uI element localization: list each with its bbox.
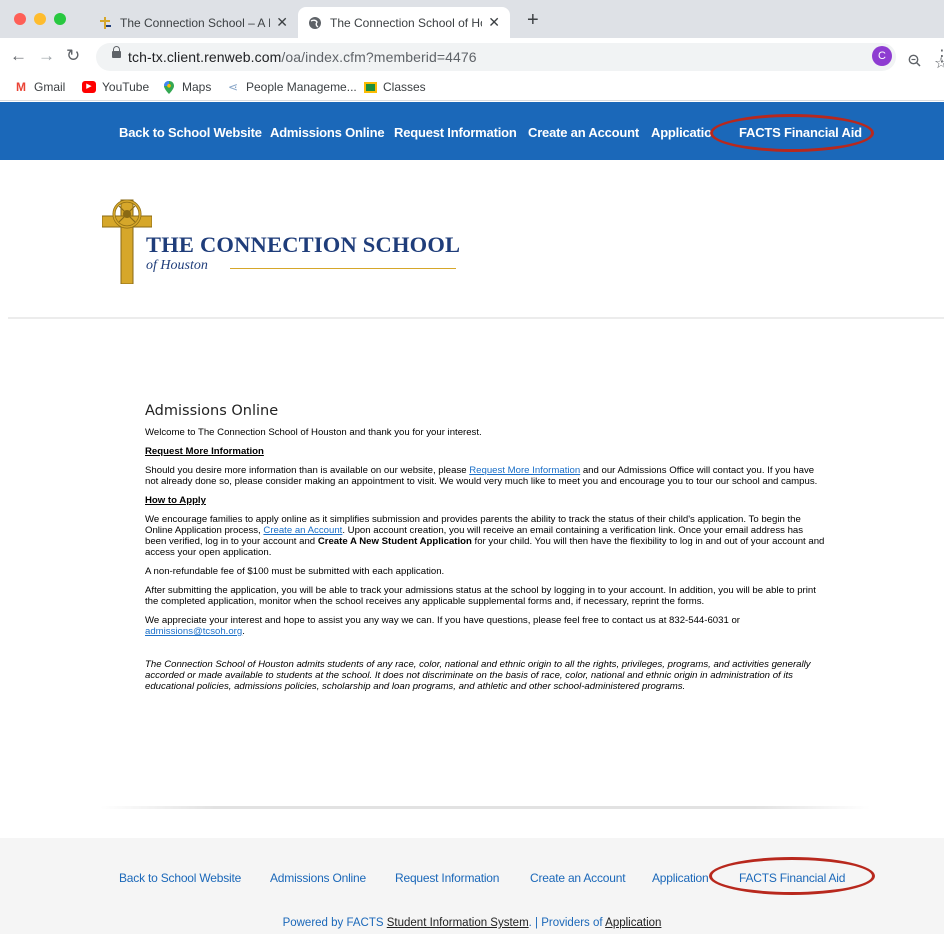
application-provider-link[interactable]: Application [605,917,661,929]
reload-icon[interactable]: ↻ [66,46,80,66]
text: We appreciate your interest and hope to … [145,615,740,626]
nav-create-an-account[interactable]: Create an Account [528,125,639,140]
admissions-content: Admissions Online Welcome to The Connect… [145,402,825,700]
fee-text: A non-refundable fee of $100 must be sub… [145,566,445,577]
bookmark-label: Maps [182,80,212,94]
welcome-text: Welcome to The Connection School of Hous… [145,427,482,438]
header-divider [8,317,944,319]
highlight-circle-annotation [710,114,874,152]
content-bottom-rule [100,806,870,809]
school-logo[interactable]: THE CONNECTION SCHOOL of Houston [102,192,462,284]
nav-request-information[interactable]: Request Information [394,125,517,140]
bookmark-classes[interactable]: Classes [364,80,426,94]
bookmark-label: Classes [383,80,426,94]
close-window-dot[interactable] [14,13,26,25]
back-arrow-icon[interactable]: ← [10,46,27,66]
logo-location: of Houston [146,258,208,273]
bookmark-people-management[interactable]: ⋖ People Manageme... [226,80,357,94]
lock-icon [112,46,121,58]
maps-pin-icon [162,81,176,94]
bookmark-label: Gmail [34,80,66,94]
url-host: tch-tx.client.renweb.com [128,49,282,65]
request-info-heading: Request More Information [145,446,264,457]
bookmarks-bar: M Gmail ▶ YouTube Maps ⋖ People Manageme… [0,75,944,101]
gmail-icon: M [16,80,26,94]
text: Powered by FACTS [282,917,387,929]
school-favicon-icon [100,16,111,29]
bold-text: Create A New Student Application [317,536,472,547]
request-more-info-link[interactable]: Request More Information [469,465,580,476]
nondiscrimination-statement: The Connection School of Houston admits … [145,659,811,692]
bookmark-label: People Manageme... [246,80,357,94]
browser-tab-school-site[interactable]: The Connection School – A K-1 ✕ [88,7,298,38]
new-tab-button[interactable]: + [527,9,539,32]
address-bar[interactable]: tch-tx.client.renweb.com/oa/index.cfm?me… [96,43,944,72]
footer: Back to School Website Admissions Online… [0,838,944,934]
forward-arrow-icon[interactable]: → [38,46,55,66]
text: . [242,626,245,637]
nav-application[interactable]: Application [651,125,711,140]
text: Should you desire more information than … [145,465,470,476]
how-to-apply-heading: How to Apply [145,495,206,506]
sis-link[interactable]: Student Information System [387,917,529,929]
browser-toolbar: ← → ↻ tch-tx.client.renweb.com/oa/index.… [0,38,944,75]
youtube-icon: ▶ [82,81,96,93]
bookmark-maps[interactable]: Maps [162,80,211,94]
close-tab-icon[interactable]: ✕ [488,14,500,31]
minimize-window-dot[interactable] [34,13,46,25]
powered-by-text: Powered by FACTS Student Information Sys… [0,917,944,929]
footer-application[interactable]: Application [652,871,710,885]
bookmark-label: YouTube [102,80,150,94]
text: . | Providers of [528,917,606,929]
footer-back-to-school-website[interactable]: Back to School Website [119,871,241,885]
globe-icon [309,16,321,29]
footer-admissions-online[interactable]: Admissions Online [270,871,366,885]
page-title: Admissions Online [145,403,279,419]
maximize-window-dot[interactable] [54,13,66,25]
url-text[interactable]: tch-tx.client.renweb.com/oa/index.cfm?me… [128,49,477,65]
close-tab-icon[interactable]: ✕ [276,14,288,31]
url-path: /oa/index.cfm?memberid=4476 [281,49,477,65]
tab-title: The Connection School – A K-1 [120,15,271,30]
zoom-icon[interactable] [908,54,921,71]
footer-create-an-account[interactable]: Create an Account [530,871,626,885]
nav-admissions-online[interactable]: Admissions Online [270,125,385,140]
request-info-paragraph: Should you desire more information than … [145,465,825,487]
celtic-cross-icon [102,199,152,284]
how-to-apply-paragraph: We encourage families to apply online as… [145,514,825,558]
bookmark-youtube[interactable]: ▶ YouTube [82,80,149,94]
contact-paragraph: We appreciate your interest and hope to … [145,615,825,637]
logo-school-name: THE CONNECTION SCHOOL [146,232,461,257]
browser-tab-strip: The Connection School – A K-1 ✕ The Conn… [0,0,944,38]
menu-kebab-icon[interactable]: ⋮ [934,46,944,66]
footer-request-information[interactable]: Request Information [395,871,499,885]
classroom-icon [364,81,377,93]
bookmark-gmail[interactable]: M Gmail [14,80,65,94]
create-account-link[interactable]: Create an Account [263,525,342,536]
people-management-icon: ⋖ [227,80,239,94]
nav-back-to-school-website[interactable]: Back to School Website [119,125,262,140]
tab-title: The Connection School of Hou [330,15,483,30]
profile-avatar[interactable]: C [872,46,892,66]
browser-tab-admissions[interactable]: The Connection School of Hou ✕ [298,7,510,38]
logo-underline [230,268,456,269]
after-submitting-text: After submitting the application, you wi… [145,585,816,607]
highlight-circle-annotation [709,857,875,895]
admissions-email-link[interactable]: admissions@tcsoh.org [145,626,242,637]
top-navigation: Back to School Website Admissions Online… [0,102,944,160]
